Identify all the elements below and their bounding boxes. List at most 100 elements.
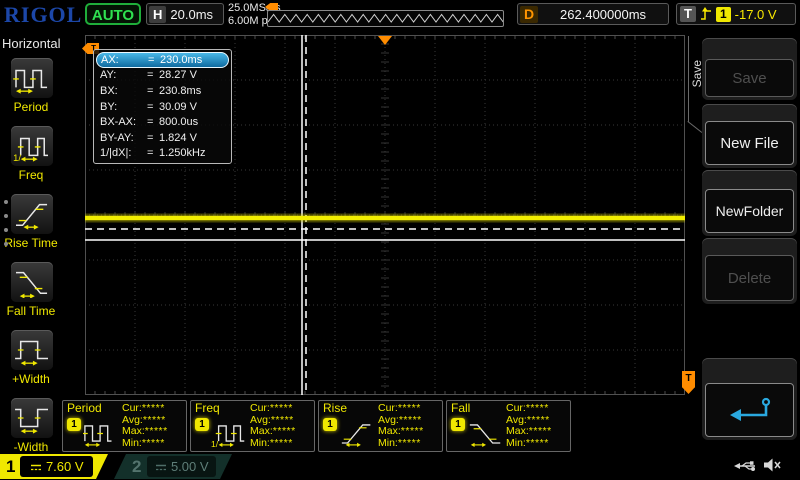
menu-label-plus-width: +Width <box>0 372 62 386</box>
oscilloscope-screen: RIGOL AUTO H 20.0ms 25.0MSa/s 6.00M pts … <box>0 0 800 480</box>
run-status-badge[interactable]: AUTO <box>85 3 141 25</box>
measurement-title: Period <box>67 401 102 415</box>
stat-row: Min:***** <box>378 438 424 450</box>
channel-2-indicator[interactable]: 2 5.00 V <box>114 454 232 479</box>
measurement-title: Rise <box>323 401 347 415</box>
softkey-back[interactable] <box>702 358 797 440</box>
cursor-row-ax[interactable]: AX: = 230.0ms <box>96 52 229 68</box>
trigger-key-label: T <box>680 6 696 22</box>
waveform-preview[interactable] <box>267 10 504 27</box>
cursor-label: BX: <box>100 85 147 97</box>
delay-key-label: D <box>520 6 538 23</box>
cursor-row-bx[interactable]: BX: = 230.8ms <box>96 83 229 99</box>
delay-value: 262.400000ms <box>538 7 668 22</box>
menu-scroll-dot <box>4 228 8 232</box>
fall-time-icon <box>13 266 51 298</box>
softkey-new-folder[interactable]: NewFolder <box>702 170 797 236</box>
cursor-readout-panel: AX: = 230.0ms AY: = 28.27 V BX: = 230.8m… <box>93 49 232 164</box>
cursor-eq: = <box>147 116 159 128</box>
measurement-panel-fall[interactable]: Fall 1 Cur:***** Avg:***** Max:***** Min… <box>446 400 571 452</box>
menu-item-fall-time[interactable] <box>11 262 53 302</box>
trigger-box[interactable]: T 1 -17.0 V <box>676 3 796 25</box>
delay-box[interactable]: D 262.400000ms <box>517 3 669 25</box>
menu-label-fall-time: Fall Time <box>0 304 62 318</box>
cursor-value: 28.27 V <box>159 69 229 81</box>
trigger-level-value: -17.0 V <box>735 7 777 22</box>
cursor-row-by[interactable]: BY: = 30.09 V <box>96 99 229 115</box>
dc-coupling-icon <box>30 462 42 472</box>
rising-edge-icon <box>700 6 712 22</box>
menu-label-period: Period <box>0 100 62 114</box>
preview-waveform-icon <box>268 11 503 26</box>
cursor-value: 30.09 V <box>159 101 229 113</box>
menu-item-rise-time[interactable] <box>11 194 53 234</box>
freq-icon: 1/ <box>13 130 51 162</box>
measurement-panel-rise[interactable]: Rise 1 Cur:***** Avg:***** Max:***** Min… <box>318 400 443 452</box>
waveform-display[interactable]: T T AX: = 230.0ms AY: = 28.27 V BX: = 23… <box>85 35 685 395</box>
return-arrow-icon <box>725 395 775 425</box>
cursor-row-by-ay[interactable]: BY-AY: = 1.824 V <box>96 130 229 146</box>
horizontal-key-label: H <box>149 6 166 23</box>
freq-meas-icon: 1/ <box>211 419 249 448</box>
left-menu-title: Horizontal <box>2 36 61 51</box>
menu-label-rise-time: Rise Time <box>0 236 62 250</box>
usb-icon <box>733 459 759 473</box>
rigol-logo: RIGOL <box>4 2 82 28</box>
rise-meas-icon <box>339 419 377 448</box>
menu-scroll-dot <box>4 200 8 204</box>
cursor-value: 230.8ms <box>159 85 229 97</box>
channel-2-scale: 5.00 V <box>171 459 209 474</box>
cursor-eq: = <box>147 147 159 159</box>
svg-text:1/: 1/ <box>13 152 21 162</box>
cursor-row-bx-ax[interactable]: BX-AX: = 800.0us <box>96 114 229 130</box>
cursor-row-inv-dx[interactable]: 1/|dX|: = 1.250kHz <box>96 146 229 162</box>
menu-label-minus-width: -Width <box>0 440 62 454</box>
menu-item-period[interactable] <box>11 58 53 98</box>
cursor-label: BX-AX: <box>100 116 147 128</box>
fall-meas-icon <box>467 419 505 448</box>
stat-row: Min:***** <box>122 438 168 450</box>
softkey-new-folder-label: NewFolder <box>705 189 794 233</box>
menu-item-plus-width[interactable] <box>11 330 53 370</box>
dc-coupling-icon <box>155 462 167 472</box>
trigger-source-badge: 1 <box>716 7 731 22</box>
softkey-delete[interactable]: Delete <box>702 238 797 304</box>
channel-badge: 1 <box>67 418 81 431</box>
menu-scroll-dot <box>4 242 8 246</box>
cursor-eq: = <box>148 54 160 66</box>
cursor-value: 230.0ms <box>160 54 228 66</box>
softkey-save-label: Save <box>705 59 794 97</box>
horizontal-scale-box[interactable]: H 20.0ms <box>146 3 224 25</box>
channel-badge: 1 <box>451 418 465 431</box>
cursor-row-ay[interactable]: AY: = 28.27 V <box>96 68 229 84</box>
channel-1-indicator[interactable]: 1 7.60 V <box>0 454 108 479</box>
channel-2-number: 2 <box>132 457 141 477</box>
cursor-eq: = <box>147 101 159 113</box>
period-icon <box>13 62 51 94</box>
softkey-delete-label: Delete <box>705 255 794 301</box>
measurement-panel-period[interactable]: Period 1 Cur:***** Avg:***** Max:***** M… <box>62 400 187 452</box>
cursor-eq: = <box>147 85 159 97</box>
channel-1-number: 1 <box>6 457 15 477</box>
channel-badge: 1 <box>195 418 209 431</box>
cursor-value: 1.824 V <box>159 132 229 144</box>
measurement-title: Freq <box>195 401 220 415</box>
menu-label-freq: Freq <box>0 168 62 182</box>
cursor-label: BY-AY: <box>100 132 147 144</box>
channel-1-scale: 7.60 V <box>46 459 84 474</box>
minus-width-icon <box>13 402 51 434</box>
period-meas-icon <box>83 419 121 448</box>
cursor-value: 800.0us <box>159 116 229 128</box>
softkey-save[interactable]: Save <box>702 38 797 100</box>
cursor-label: BY: <box>100 101 147 113</box>
menu-item-minus-width[interactable] <box>11 398 53 438</box>
menu-tab-outline <box>688 36 689 122</box>
horizontal-scale-value: 20.0ms <box>170 7 213 22</box>
cursor-label: 1/|dX|: <box>100 147 147 159</box>
cursor-eq: = <box>147 69 159 81</box>
measurement-panel-freq[interactable]: Freq 1 1/ Cur:***** Avg:***** Max:***** … <box>190 400 315 452</box>
menu-item-freq[interactable]: 1/ <box>11 126 53 166</box>
trigger-position-marker-icon[interactable] <box>378 36 392 45</box>
softkey-new-file[interactable]: New File <box>702 104 797 168</box>
cursor-eq: = <box>147 132 159 144</box>
